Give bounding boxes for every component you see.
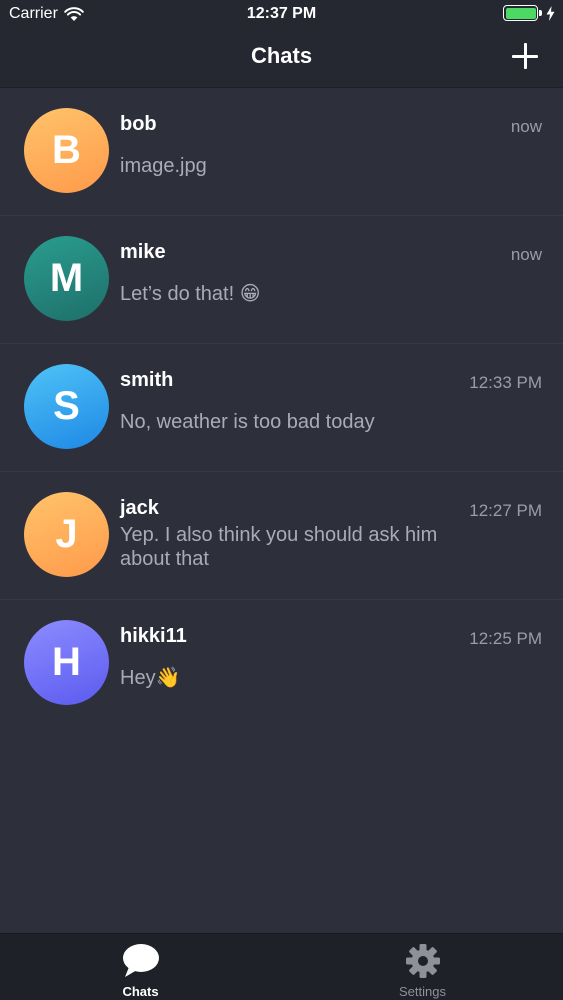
tab-chats-label: Chats [122, 984, 159, 999]
chat-timestamp: now [510, 245, 542, 264]
chat-row-mike[interactable]: Mmike now Let’s do that! 😁 [0, 216, 563, 344]
tab-bar: Chats Settings [0, 933, 563, 1000]
top-area: Carrier 12:37 PM Chats [0, 0, 563, 88]
add-chat-button[interactable] [509, 40, 541, 72]
page-title: Chats [250, 43, 313, 68]
chat-name: mike [120, 241, 166, 263]
battery-icon [503, 5, 542, 21]
avatar: B [24, 108, 109, 193]
chat-list: Bbob now image.jpg Mmike now Let’s do that! 😁… [0, 88, 563, 728]
status-time: 12:37 PM [246, 5, 317, 22]
chat-row-hikki11[interactable]: Hhikki11 12:25 PM Hey👋 [0, 600, 563, 728]
chat-row-jack[interactable]: Jjack 12:27 PM Yep. I also think you shoul… [0, 472, 563, 600]
avatar: M [24, 236, 109, 321]
chat-name: hikki11 [120, 625, 187, 647]
tab-chats[interactable]: Chats [0, 934, 281, 1000]
status-bar: Carrier 12:37 PM [0, 0, 563, 30]
chat-preview: Hey👋 [120, 667, 181, 689]
chat-row-bob[interactable]: Bbob now image.jpg [0, 88, 563, 216]
chat-row-smith[interactable]: Ssmith 12:33 PM No, weather is too bad tod… [0, 344, 563, 472]
avatar: H [24, 620, 109, 705]
battery-tip [539, 10, 542, 16]
chat-preview: Let’s do that! 😁 [120, 283, 261, 305]
chat-preview: Yep. I also think you should ask him abo… [120, 524, 438, 570]
chat-preview: No, weather is too bad today [120, 411, 375, 433]
charging-bolt-icon [546, 5, 555, 21]
chat-timestamp: 12:25 PM [469, 629, 542, 648]
chat-name: smith [120, 369, 174, 391]
avatar: J [24, 492, 109, 577]
tab-settings[interactable]: Settings [282, 934, 563, 1000]
avatar: S [24, 364, 109, 449]
chat-timestamp: 12:33 PM [469, 373, 542, 392]
chat-bubble-icon [121, 943, 161, 979]
chat-name: bob [120, 113, 157, 135]
chat-timestamp: now [510, 117, 542, 136]
nav-bar: Chats [0, 30, 563, 86]
battery-indicator [503, 5, 555, 21]
battery-fill [505, 7, 536, 19]
chat-preview: image.jpg [120, 155, 207, 177]
tab-settings-label: Settings [399, 984, 446, 999]
chat-name: jack [120, 497, 159, 519]
chat-timestamp: 12:27 PM [469, 501, 542, 520]
gear-icon [405, 943, 441, 979]
